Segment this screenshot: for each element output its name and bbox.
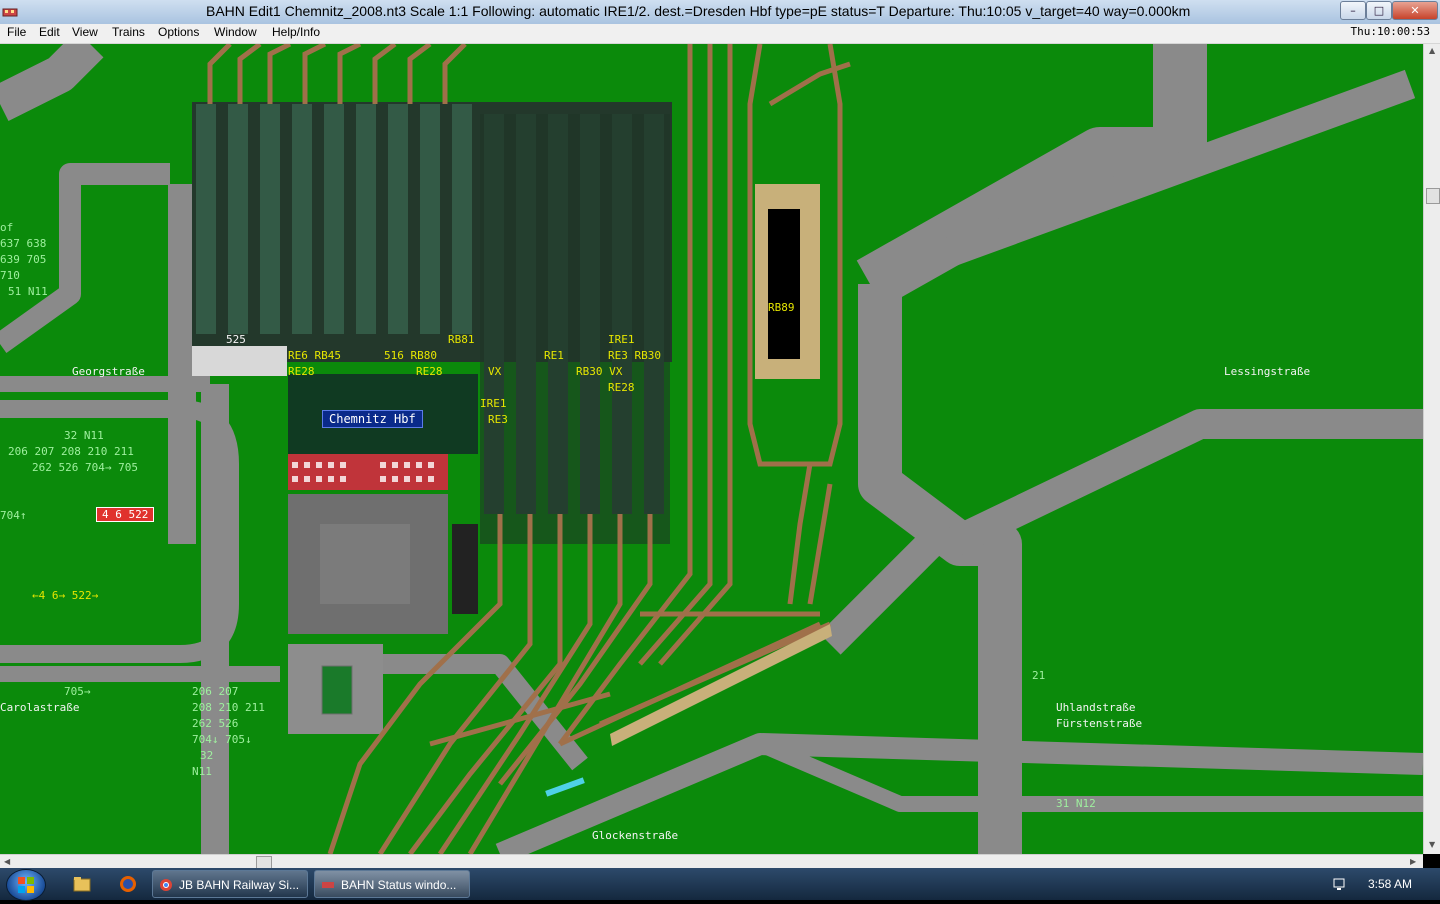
platform-label: RB81 [448, 333, 475, 346]
menu-help-info[interactable]: Help/Info [272, 25, 320, 39]
route-label: 637 638 [0, 237, 47, 250]
taskbar: JB BAHN Railway Si... BAHN Status windo.… [0, 868, 1440, 901]
scroll-up-icon[interactable]: ▲ [1429, 46, 1435, 55]
scroll-left-icon[interactable]: ◀ [4, 857, 10, 866]
vertical-scroll-thumb[interactable] [1426, 188, 1440, 204]
bahn-app-icon [2, 8, 18, 17]
street-uhlandstrasse: Uhlandstraße [1056, 701, 1136, 714]
route-label: ←4 6→ 522→ [32, 589, 99, 602]
route-label: 262 526 [192, 717, 239, 730]
train-marker [545, 777, 585, 797]
street-lessingstrasse: Lessingstraße [1224, 365, 1311, 378]
street-glockenstrasse: Glockenstraße [592, 829, 679, 842]
sand-strip [610, 624, 832, 746]
platform-label: RE28 [288, 365, 315, 378]
route-label: 206 207 208 210 211 [8, 445, 134, 458]
bahn-app-icon [322, 882, 334, 888]
route-label: 705→ [64, 685, 91, 698]
menu-bar: File Edit View Trains Options Window Hel… [0, 24, 1440, 44]
horizontal-scrollbar[interactable]: ◀ ▶ [0, 854, 1423, 869]
route-label: 21 [1032, 669, 1046, 682]
menu-window[interactable]: Window [214, 25, 257, 39]
menu-options[interactable]: Options [158, 25, 199, 39]
platform-label: IRE1 [480, 397, 507, 410]
route-label: 32 [200, 749, 214, 762]
route-label: 31 N12 [1056, 797, 1096, 810]
street-fuerstenstrasse: Fürstenstraße [1056, 717, 1143, 730]
railway-map[interactable]: Georgstraße Lessingstraße Carolastraße U… [0, 44, 1423, 854]
building-left [192, 346, 287, 376]
minimize-button[interactable]: – [1340, 1, 1366, 20]
taskbar-button-label: BAHN Status windo... [341, 878, 457, 892]
scroll-down-icon[interactable]: ▼ [1429, 840, 1435, 849]
system-clock[interactable]: 3:58 AM [1368, 877, 1412, 891]
platform-block-right [480, 114, 670, 544]
simulation-clock: Thu:10:00:53 [1350, 25, 1430, 38]
platform-label: 516 RB80 [384, 349, 437, 362]
red-route-tag[interactable]: 4 6 522 [96, 507, 155, 522]
route-label: 710 [0, 269, 20, 282]
route-label: 208 210 211 [192, 701, 265, 714]
station-building [288, 454, 448, 490]
network-icon[interactable] [1332, 876, 1348, 892]
route-label: 32 N11 [64, 429, 104, 442]
route-label: 262 526 704→ 705 [32, 461, 138, 474]
depot-shed [452, 524, 478, 614]
taskbar-button-railway-site[interactable]: JB BAHN Railway Si... [152, 870, 308, 898]
taskbar-button-label: JB BAHN Railway Si... [179, 878, 300, 892]
menu-file[interactable]: File [7, 25, 26, 39]
menu-edit[interactable]: Edit [39, 25, 60, 39]
station-name-label[interactable]: Chemnitz Hbf [322, 410, 423, 428]
road-left-upper [0, 44, 104, 121]
platform-label: RE3 RB30 [608, 349, 661, 362]
folder-icon[interactable] [72, 874, 92, 894]
title-bar: BAHN Edit1 Chemnitz_2008.nt3 Scale 1:1 F… [0, 0, 1440, 25]
route-label: 704↑ [0, 509, 27, 522]
route-label: 639 705 [0, 253, 47, 266]
platform-label: RE3 [488, 413, 508, 426]
close-button[interactable]: ✕ [1392, 1, 1438, 20]
road-diag-lower [819, 533, 941, 655]
start-button[interactable] [6, 869, 46, 901]
platform-label: RE28 [608, 381, 635, 394]
platform-label: RE1 [544, 349, 564, 362]
street-georgstrasse: Georgstraße [72, 365, 145, 378]
firefox-icon[interactable] [118, 874, 138, 894]
platform-label: IRE1 [608, 333, 635, 346]
plaza-inner [320, 524, 410, 604]
road-right-diagonal [856, 44, 1207, 308]
platform-label: 525 [226, 333, 246, 346]
route-label: 51 N11 [8, 285, 48, 298]
road-lessing [943, 409, 1423, 558]
window-title: BAHN Edit1 Chemnitz_2008.nt3 Scale 1:1 F… [206, 3, 1191, 19]
maximize-button[interactable]: □ [1366, 1, 1392, 20]
menu-trains[interactable]: Trains [112, 25, 145, 39]
route-label: N11 [192, 765, 212, 778]
taskbar-button-bahn-status[interactable]: BAHN Status windo... [314, 870, 470, 898]
route-label: 206 207 [192, 685, 239, 698]
chrome-icon [160, 879, 172, 891]
park [321, 665, 353, 715]
scroll-right-icon[interactable]: ▶ [1410, 857, 1416, 866]
windows-logo-icon [18, 877, 34, 893]
road-right-diagonal2 [884, 69, 1416, 289]
platform-label: RE28 [416, 365, 443, 378]
vertical-scrollbar[interactable]: ▲ ▼ [1423, 44, 1440, 854]
platform-rb89-roof [768, 209, 800, 359]
menu-view[interactable]: View [72, 25, 98, 39]
platform-label: RB30 VX [576, 365, 623, 378]
platform-label: RB89 [768, 301, 795, 314]
route-label: of [0, 221, 14, 234]
street-carolastrasse: Carolastraße [0, 701, 80, 714]
platform-label: RE6 RB45 [288, 349, 341, 362]
route-label: 704↓ 705↓ [192, 733, 252, 746]
platform-label: VX [488, 365, 502, 378]
